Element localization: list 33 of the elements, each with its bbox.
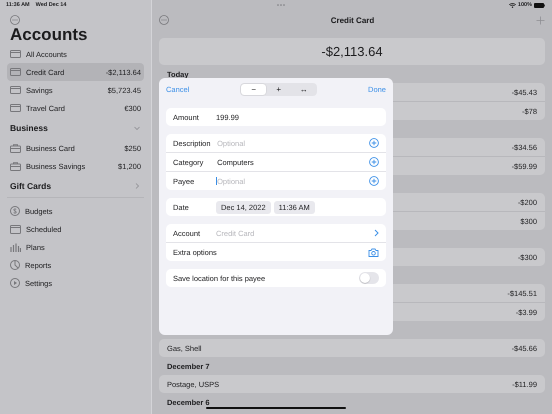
chevron-right-icon[interactable] xyxy=(133,182,141,190)
bar-chart-icon xyxy=(10,242,21,252)
battery-icon xyxy=(534,2,545,8)
add-icon[interactable] xyxy=(369,176,379,186)
more-icon[interactable] xyxy=(159,15,169,25)
add-icon[interactable] xyxy=(369,157,379,167)
balance-card: -$2,113.64 xyxy=(159,38,545,65)
sidebar-title: Accounts xyxy=(9,25,88,45)
briefcase-icon xyxy=(10,162,21,170)
segment-button[interactable]: − xyxy=(241,84,266,94)
segment-button[interactable]: + xyxy=(266,84,292,94)
camera-icon[interactable] xyxy=(368,248,379,256)
briefcase-icon xyxy=(10,144,21,152)
wifi-icon xyxy=(508,2,516,8)
calendar-icon xyxy=(10,224,21,234)
card-icon xyxy=(10,104,21,112)
save-location-toggle[interactable] xyxy=(359,272,379,284)
card-icon xyxy=(10,50,21,58)
chevron-down-icon[interactable] xyxy=(133,124,141,132)
section-header: Business xyxy=(10,123,48,133)
dollar-circle-icon xyxy=(10,206,20,216)
pie-chart-icon xyxy=(10,260,20,270)
more-icon[interactable] xyxy=(10,15,20,25)
add-icon[interactable] xyxy=(536,16,545,24)
type-segmented-control[interactable]: − + ↔ xyxy=(240,82,318,96)
section-header: Gift Cards xyxy=(10,181,52,191)
card-icon xyxy=(10,68,21,76)
screen-title: Credit Card xyxy=(330,16,374,24)
segment-button[interactable]: ↔ xyxy=(291,84,316,94)
add-icon[interactable] xyxy=(369,138,379,148)
chevron-right-icon[interactable] xyxy=(374,229,379,237)
play-circle-icon xyxy=(10,278,20,288)
card-icon xyxy=(10,86,21,94)
